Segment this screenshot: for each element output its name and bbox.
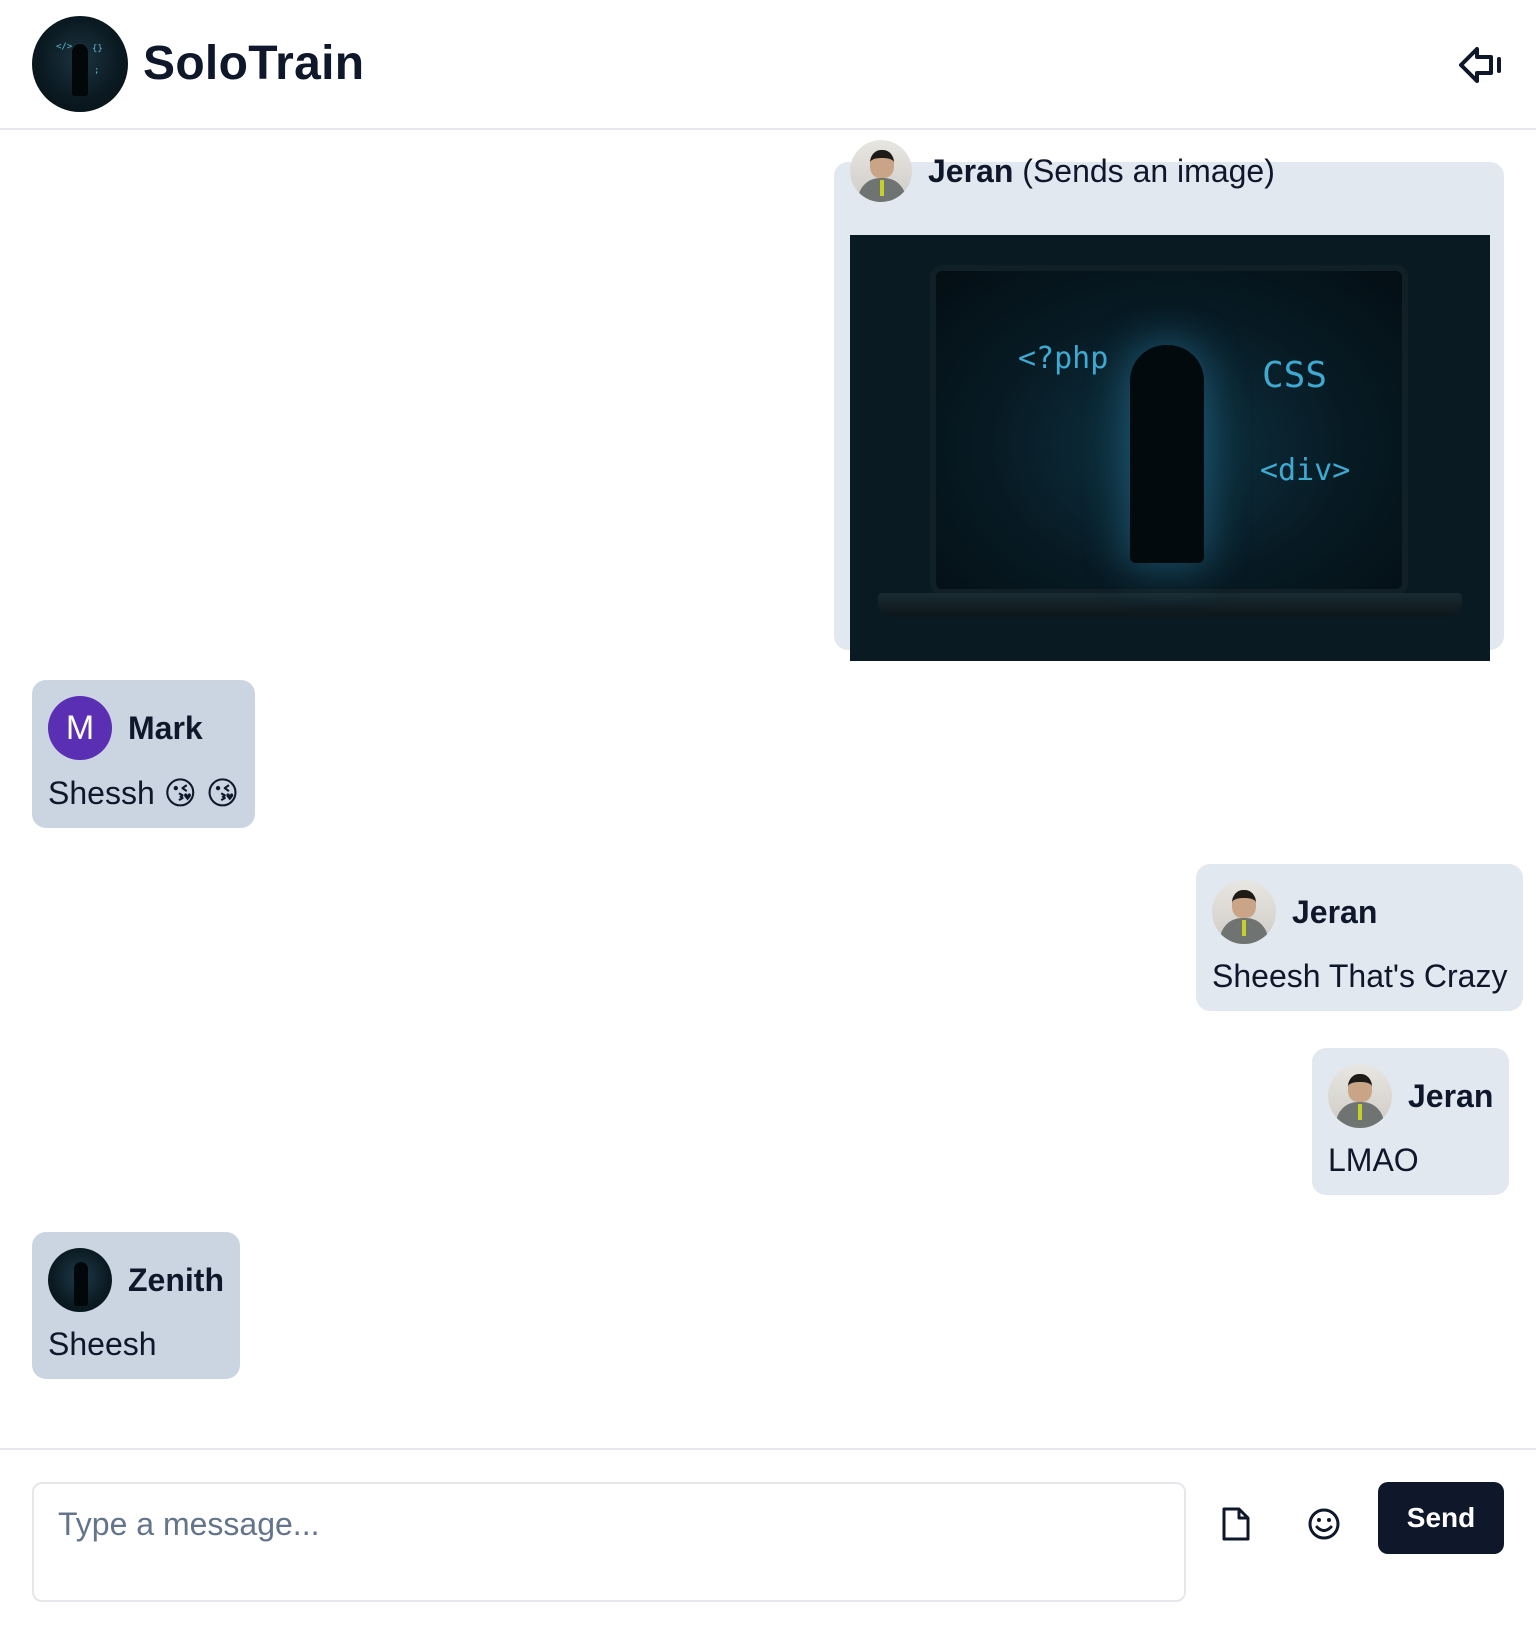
avatar: M	[48, 696, 112, 760]
code-tag: CSS	[1262, 355, 1328, 396]
avatar	[1328, 1064, 1392, 1128]
sender-name: Jeran	[928, 152, 1014, 189]
silhouette-figure	[1130, 345, 1204, 563]
logout-arrow-icon	[1459, 47, 1501, 83]
send-button[interactable]: Send	[1378, 1482, 1504, 1554]
message-text: Sheesh	[48, 1326, 157, 1362]
sender-name: Jeran	[1292, 893, 1378, 930]
avatar	[48, 1248, 112, 1312]
message-text: Shessh 😘 😘	[48, 775, 240, 811]
sender-name: Zenith	[128, 1261, 224, 1298]
message-bubble: M Mark Shessh 😘 😘	[32, 680, 256, 828]
message-text: LMAO	[1328, 1142, 1419, 1178]
message-bubble: Jeran LMAO	[1312, 1048, 1510, 1195]
message-sender: Jeran	[1212, 880, 1507, 944]
sender-name: Mark	[128, 709, 203, 746]
message-sender: M Mark	[48, 696, 239, 760]
logout-button[interactable]	[1455, 40, 1507, 90]
avatar	[850, 140, 912, 202]
chat-messages[interactable]: Jeran (Sends an image) <?php CSS <div> M…	[0, 132, 1536, 1448]
avatar	[1212, 880, 1276, 944]
logo-silhouette	[72, 44, 88, 96]
message-sender: Jeran (Sends an image)	[850, 140, 1275, 202]
code-tag: <div>	[1260, 453, 1351, 488]
shared-image[interactable]: <?php CSS <div>	[850, 235, 1490, 661]
image-note: (Sends an image)	[1022, 152, 1275, 189]
message-composer: Send	[0, 1448, 1536, 1632]
message-text: Sheesh That's Crazy	[1212, 958, 1508, 994]
smiley-icon	[1308, 1508, 1340, 1540]
emoji-button[interactable]	[1298, 1498, 1350, 1550]
sender-name: Jeran	[1408, 1077, 1494, 1114]
app-name: SoloTrain	[143, 37, 365, 90]
message-bubble: Jeran Sheesh That's Crazy	[1196, 864, 1524, 1011]
file-icon	[1222, 1507, 1250, 1541]
message-bubble: Zenith Sheesh	[32, 1232, 240, 1379]
solotrain-logo[interactable]: </> {} ;	[32, 16, 128, 112]
laptop-base	[878, 593, 1462, 617]
attach-file-button[interactable]	[1210, 1498, 1262, 1550]
message-sender: Jeran	[1328, 1064, 1493, 1128]
message-image: Jeran (Sends an image) <?php CSS <div>	[834, 140, 1504, 661]
message-input[interactable]	[32, 1482, 1186, 1602]
app-header: </> {} ; SoloTrain	[0, 0, 1536, 130]
message-sender: Zenith	[48, 1248, 224, 1312]
code-tag: <?php	[1018, 341, 1109, 376]
